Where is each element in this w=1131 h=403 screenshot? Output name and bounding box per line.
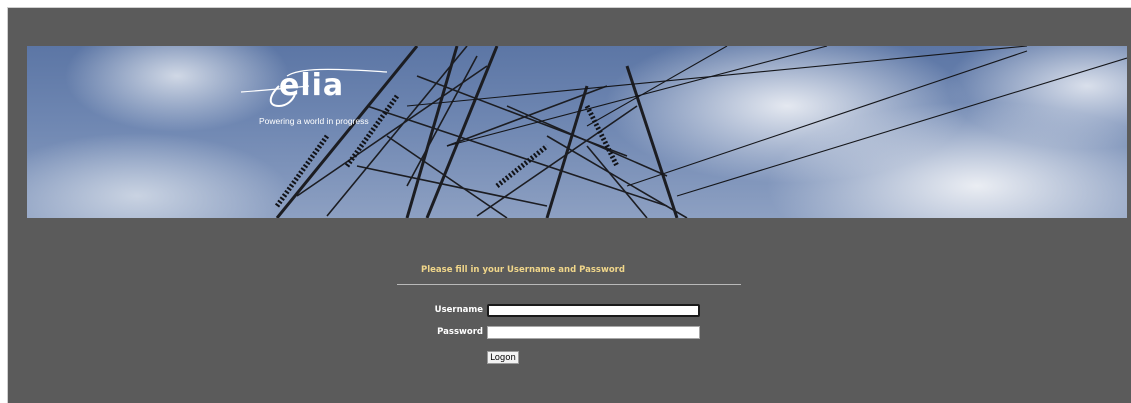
password-input[interactable] — [487, 326, 700, 339]
login-form: Please fill in your Username and Passwor… — [397, 265, 741, 364]
login-prompt: Please fill in your Username and Passwor… — [421, 265, 625, 275]
username-input[interactable] — [487, 304, 700, 317]
username-label: Username — [434, 305, 483, 315]
prompt-divider — [397, 284, 741, 285]
password-row: Password — [397, 326, 741, 340]
logon-button[interactable]: Logon — [487, 351, 519, 364]
power-pylon-image — [274, 46, 1127, 218]
username-row: Username — [397, 304, 741, 318]
logo-tagline: Powering a world in progress — [259, 116, 369, 126]
page-frame: elia Powering a world in progress Please… — [7, 7, 1131, 403]
header-banner: elia Powering a world in progress — [27, 46, 1127, 218]
password-label: Password — [437, 327, 483, 337]
logo-wordmark: elia — [279, 68, 345, 103]
